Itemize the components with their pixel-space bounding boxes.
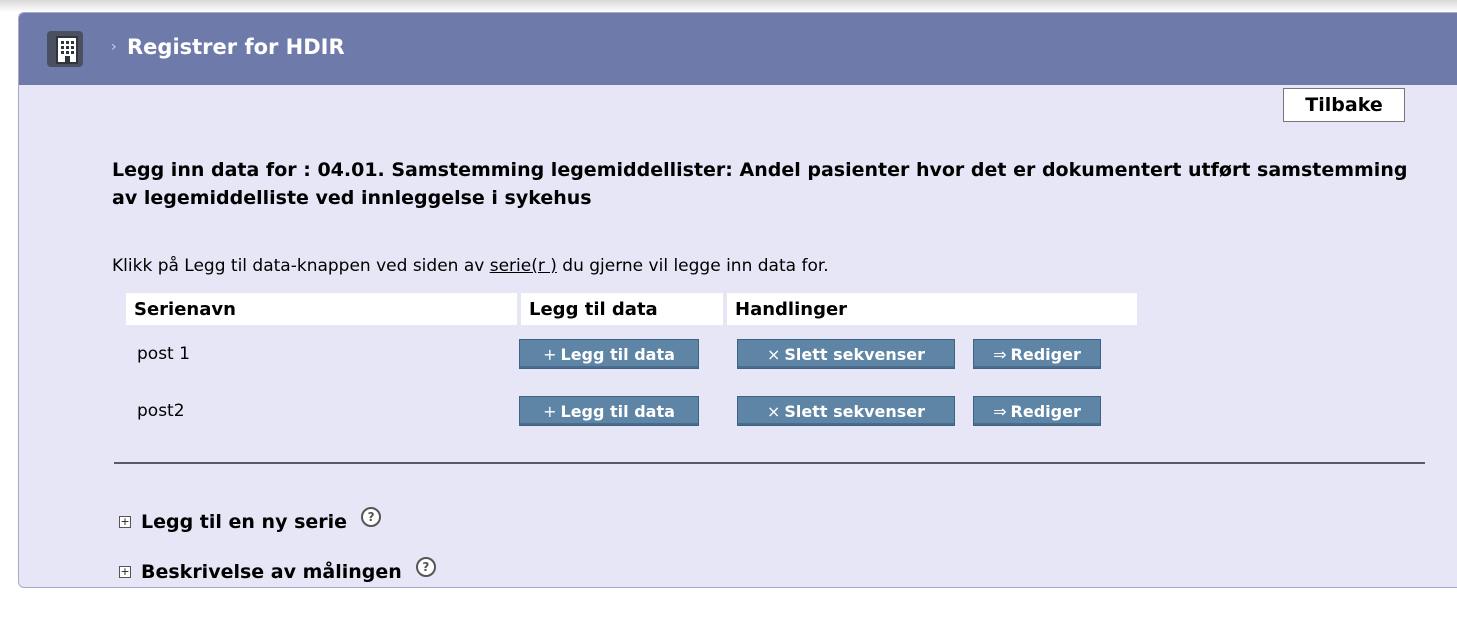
panel-header: › Registrer for HDIR — [19, 13, 1457, 85]
add-data-button[interactable]: + Legg til data — [519, 338, 699, 369]
series-name: post2 — [137, 400, 185, 421]
top-shadow — [0, 0, 1457, 12]
series-name: post 1 — [137, 343, 190, 364]
arrow-right-icon: ⇒ — [993, 401, 1007, 421]
column-header-series-name: Serienavn — [126, 293, 521, 325]
arrow-right-icon: ⇒ — [993, 344, 1007, 364]
add-data-button[interactable]: + Legg til data — [519, 395, 699, 426]
back-button[interactable]: Tilbake — [1283, 88, 1405, 122]
close-icon: × — [766, 401, 781, 421]
edit-button[interactable]: ⇒ Rediger — [973, 395, 1101, 426]
delete-sequences-button[interactable]: × Slett sekvenser — [737, 395, 955, 426]
expand-plus-icon[interactable]: + — [119, 516, 131, 528]
edit-button[interactable]: ⇒ Rediger — [973, 338, 1101, 369]
section-divider — [114, 462, 1425, 464]
close-icon: × — [766, 344, 781, 364]
help-icon[interactable]: ? — [415, 557, 436, 577]
plus-icon: + — [543, 401, 557, 421]
breadcrumb-chevron-icon: › — [111, 39, 117, 55]
add-new-series-expander[interactable]: + Legg til en ny serie ? — [119, 507, 382, 536]
help-icon[interactable]: ? — [361, 507, 382, 527]
column-header-add-data: Legg til data — [519, 293, 727, 325]
series-help-link[interactable]: serie(r ) — [490, 256, 557, 276]
table-row: post2 + Legg til data × Slett sekvenser ⇒ Re… — [126, 382, 1137, 439]
page-title: Registrer for HDIR — [127, 35, 345, 59]
delete-sequences-button[interactable]: × Slett sekvenser — [737, 338, 955, 369]
column-header-actions: Handlinger — [725, 293, 1137, 325]
building-icon — [47, 31, 83, 67]
measurement-description-expander[interactable]: + Beskrivelse av målingen ? — [119, 557, 436, 586]
measurement-title: Legg inn data for : 04.01. Samstemming l… — [112, 159, 1408, 209]
expander-label[interactable]: Legg til en ny serie — [141, 511, 347, 533]
series-table: Serienavn Legg til data Handlinger post … — [126, 293, 1137, 439]
plus-icon: + — [543, 344, 557, 364]
expander-label[interactable]: Beskrivelse av målingen — [141, 561, 402, 583]
instruction-text: Klikk på Legg til data-knappen ved siden… — [112, 256, 829, 276]
expand-plus-icon[interactable]: + — [119, 566, 131, 578]
table-row: post 1 + Legg til data × Slett sekvenser ⇒ R… — [126, 325, 1137, 382]
